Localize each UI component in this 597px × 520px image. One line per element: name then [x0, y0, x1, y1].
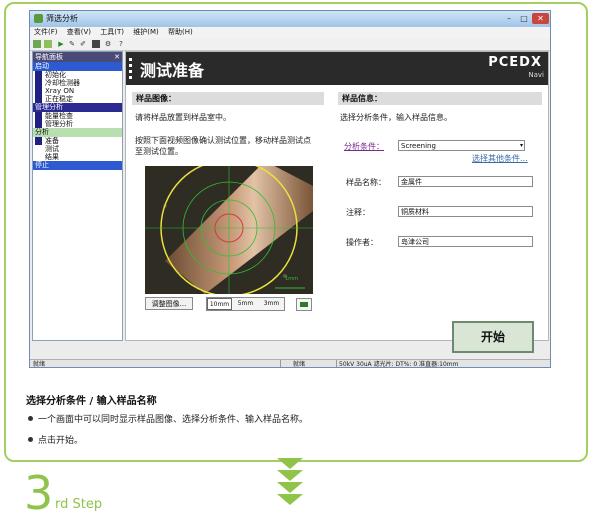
maximize-button[interactable]: □: [517, 13, 531, 24]
nav-item-xray-on[interactable]: Xray ON: [33, 87, 122, 95]
sample-image-instruction: 请将样品放置到样品室中。: [135, 113, 231, 122]
caption-title: 选择分析条件 / 输入样品名称: [26, 396, 157, 407]
sample-image-header: 样品图像：: [132, 92, 324, 105]
nav-item-initialize[interactable]: 初始化: [33, 71, 122, 79]
page-banner: 测试准备 PCEDX Navi: [126, 52, 548, 85]
title-bar: 筛选分析 – □ ✕: [30, 11, 550, 27]
zoom-selector: 10mm 5mm 3mm: [206, 297, 285, 311]
nav-group-analysis[interactable]: 分析: [33, 128, 122, 137]
step-number: 3: [24, 466, 54, 520]
nav-item-measure[interactable]: 测试: [33, 145, 122, 153]
step-arrows-icon: [277, 458, 303, 518]
page-title: 测试准备: [140, 61, 205, 80]
menu-bar: 文件(F) 查看(V) 工具(T) 维护(M) 帮助(H): [30, 27, 550, 38]
zoom-5mm-option[interactable]: 5mm: [233, 298, 258, 310]
sample-info-header: 样品信息：: [338, 92, 542, 105]
open-icon[interactable]: [33, 40, 41, 48]
sample-name-label: 样品名称：: [346, 178, 386, 187]
caption-bullet-1: 一个画面中可以同时显示样品图像、选择分析条件、输入样品名称。: [28, 412, 308, 425]
nav-group-startup[interactable]: 启动: [33, 62, 122, 71]
app-icon: [34, 14, 43, 23]
main-content: 测试准备 PCEDX Navi 样品图像： 请将样品放置到样品室中。 按照下面视…: [125, 51, 549, 353]
nav-item-stabilizing[interactable]: 正在稳定: [33, 95, 122, 103]
menu-tools[interactable]: 工具(T): [100, 27, 124, 38]
settings-icon[interactable]: ⚙: [104, 40, 112, 48]
save-icon[interactable]: [92, 40, 100, 48]
select-other-condition-link[interactable]: 选择其他条件...: [472, 153, 528, 164]
operator-input[interactable]: 岛津公司: [398, 236, 533, 247]
nav-item-manage-analysis[interactable]: 管理分析: [33, 120, 122, 128]
nav-item-result[interactable]: 结果: [33, 153, 122, 161]
sample-image: [145, 166, 313, 294]
start-button[interactable]: 开始: [452, 321, 534, 353]
camera-button[interactable]: [296, 298, 312, 311]
close-button[interactable]: ✕: [532, 13, 549, 24]
operator-label: 操作者：: [346, 238, 378, 247]
zoom-3mm-option[interactable]: 3mm: [259, 298, 284, 310]
sample-name-input[interactable]: 金属件: [398, 176, 533, 187]
tool-icon[interactable]: ✎: [68, 40, 76, 48]
window-title: 筛选分析: [46, 14, 78, 23]
menu-view[interactable]: 查看(V): [67, 27, 91, 38]
toolbar: ▶ ✎ ✐ ⚙ ?: [30, 38, 550, 51]
sample-info-instruction: 选择分析条件，输入样品信息。: [340, 113, 452, 122]
scale-label: 1mm: [285, 276, 298, 282]
status-bar: 就绪 就绪 50kV 30uA 滤光片: DT%: 0 准直器:10mm: [30, 359, 550, 368]
brand-sub: Navi: [528, 71, 544, 79]
play-icon[interactable]: ▶: [57, 40, 65, 48]
help-icon[interactable]: ?: [117, 40, 125, 48]
app-window: 筛选分析 – □ ✕ 文件(F) 查看(V) 工具(T) 维护(M) 帮助(H)…: [29, 10, 551, 368]
nav-group-stop[interactable]: 停止: [33, 161, 122, 170]
close-icon[interactable]: ✕: [114, 52, 120, 62]
note-label: 注释：: [346, 208, 370, 217]
menu-help[interactable]: 帮助(H): [168, 27, 193, 38]
nav-header: 导航面板 ✕: [33, 52, 122, 62]
menu-file[interactable]: 文件(F): [34, 27, 58, 38]
nav-group-manage-analysis[interactable]: 管理分析: [33, 103, 122, 112]
note-input[interactable]: 铜质材料: [398, 206, 533, 217]
menu-maintenance[interactable]: 维护(M): [133, 27, 159, 38]
status-middle: 就绪: [280, 360, 305, 367]
sample-video-view: 1mm: [145, 166, 313, 294]
step-label: rd Step: [55, 497, 103, 512]
status-right: 50kV 30uA 滤光片: DT%: 0 准直器:10mm: [336, 360, 459, 367]
status-left: 就绪: [33, 361, 46, 368]
caption-bullet-2: 点击开始。: [28, 433, 83, 446]
edit-icon[interactable]: ✐: [79, 40, 87, 48]
analysis-condition-select[interactable]: Screening ▾: [398, 140, 525, 151]
nav-item-energy-check[interactable]: 能量检查: [33, 112, 122, 120]
analysis-condition-label[interactable]: 分析条件：: [344, 141, 384, 152]
navigation-panel: 导航面板 ✕ 启动 初始化 冷却检测器 Xray ON 正在稳定 管理分析 能量检…: [32, 51, 123, 341]
zoom-10mm-option[interactable]: 10mm: [207, 298, 232, 310]
folder-icon[interactable]: [44, 40, 52, 48]
camera-icon: [300, 302, 308, 307]
banner-dots: [129, 58, 132, 80]
nav-item-prepare[interactable]: 准备: [33, 137, 122, 145]
chevron-down-icon: ▾: [519, 142, 523, 149]
nav-item-cool-detector[interactable]: 冷却检测器: [33, 79, 122, 87]
minimize-button[interactable]: –: [502, 13, 516, 24]
sample-image-instruction-2: 按照下面视频图像确认测试位置，移动样品测试点至测试位置。: [135, 136, 311, 156]
adjust-image-button[interactable]: 调整图像...: [145, 297, 193, 310]
brand-logo: PCEDX: [488, 55, 542, 70]
